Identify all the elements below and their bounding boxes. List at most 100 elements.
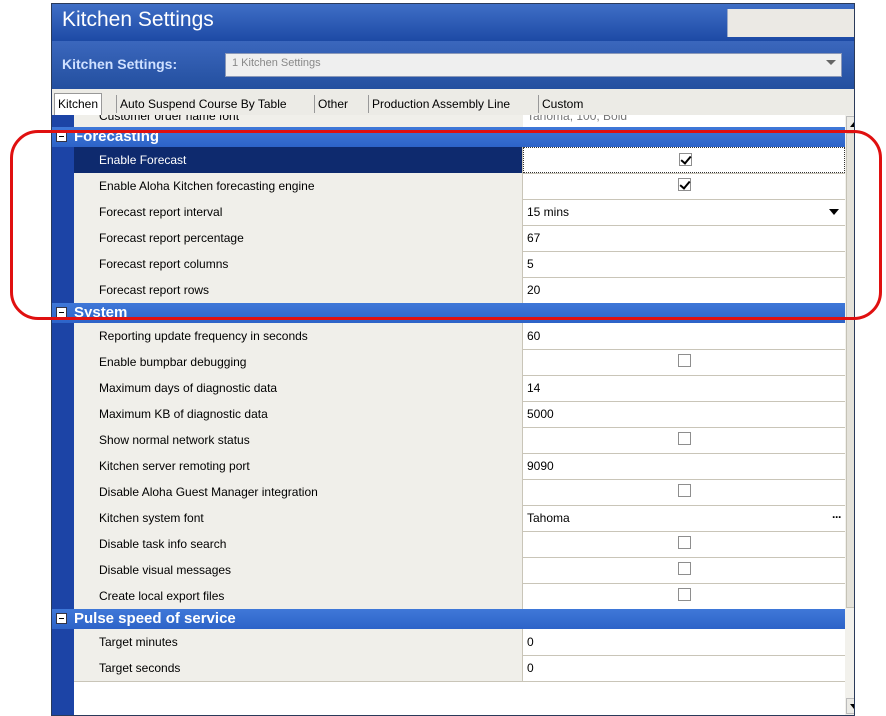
property-name-cell: Create local export files <box>74 583 523 609</box>
checkbox[interactable] <box>678 536 691 549</box>
property-name: Disable visual messages <box>99 563 232 577</box>
checkbox[interactable] <box>678 432 691 445</box>
property-value-cell[interactable] <box>523 173 845 199</box>
chevron-down-icon[interactable] <box>826 60 836 65</box>
property-name-cell: Enable Aloha Kitchen forecasting engine <box>74 173 523 199</box>
property-row-disable-visual-messages[interactable]: Disable visual messages <box>74 557 845 584</box>
property-row-create-local-export-files[interactable]: Create local export files <box>74 583 845 610</box>
tab-auto-suspend[interactable]: Auto Suspend Course By Table <box>116 95 290 113</box>
property-name: Create local export files <box>99 589 225 603</box>
ellipsis-button[interactable]: ··· <box>829 115 841 121</box>
property-row-forecast-report-percentage[interactable]: Forecast report percentage 67 <box>74 225 845 252</box>
property-name: Reporting update frequency in seconds <box>99 329 308 343</box>
scroll-thumb[interactable] <box>846 133 854 608</box>
property-value-cell[interactable] <box>523 531 845 557</box>
property-name: Target seconds <box>99 661 181 675</box>
tab-kitchen[interactable]: Kitchen <box>54 93 103 115</box>
property-row-reporting-update-frequency-in-seconds[interactable]: Reporting update frequency in seconds 60 <box>74 323 845 350</box>
collapse-icon[interactable] <box>56 613 67 624</box>
property-value-cell[interactable] <box>523 479 845 505</box>
property-value-cell[interactable] <box>523 583 845 609</box>
property-name-cell: Target seconds <box>74 655 523 681</box>
property-name-cell: Kitchen system font <box>74 505 523 531</box>
property-name-cell: Maximum days of diagnostic data <box>74 375 523 401</box>
scroll-up-icon[interactable] <box>846 116 854 132</box>
category-forecasting[interactable]: Forecasting <box>52 127 845 147</box>
property-name-cell: Forecast report rows <box>74 277 523 303</box>
property-row-enable-aloha-kitchen-forecasting-engine[interactable]: Enable Aloha Kitchen forecasting engine <box>74 173 845 200</box>
property-value[interactable]: 60 <box>527 329 540 343</box>
property-value-cell[interactable]: 0 <box>523 629 845 655</box>
property-value[interactable]: 14 <box>527 381 540 395</box>
property-row-disable-aloha-guest-manager-integration[interactable]: Disable Aloha Guest Manager integration <box>74 479 845 506</box>
property-name: Maximum days of diagnostic data <box>99 381 278 395</box>
property-row-forecast-report-interval[interactable]: Forecast report interval 15 mins <box>74 199 845 226</box>
property-name: Forecast report columns <box>99 257 229 271</box>
property-row-target-minutes[interactable]: Target minutes 0 <box>74 629 845 656</box>
property-row-enable-forecast[interactable]: Enable Forecast <box>74 147 845 174</box>
property-value[interactable]: 0 <box>527 661 534 675</box>
tab-other[interactable]: Other <box>314 95 351 113</box>
property-value-cell[interactable] <box>523 349 845 375</box>
property-value[interactable]: 67 <box>527 231 540 245</box>
property-value-cell[interactable]: 9090 <box>523 453 845 479</box>
property-value-cell[interactable] <box>523 427 845 453</box>
property-value[interactable]: 20 <box>527 283 540 297</box>
property-value-cell[interactable]: 60 <box>523 323 845 349</box>
property-value[interactable]: 5000 <box>527 407 554 421</box>
property-row-kitchen-system-font[interactable]: Kitchen system font Tahoma ··· <box>74 505 845 532</box>
collapse-icon[interactable] <box>56 131 67 142</box>
property-row-forecast-report-rows[interactable]: Forecast report rows 20 <box>74 277 845 304</box>
property-row-forecast-report-columns[interactable]: Forecast report columns 5 <box>74 251 845 278</box>
category-pulse[interactable]: Pulse speed of service <box>52 609 845 629</box>
kitchen-settings-window: Kitchen Settings Kitchen Settings: 1 Kit… <box>51 3 855 716</box>
scroll-down-icon[interactable] <box>846 698 854 714</box>
property-row-maximum-kb-of-diagnostic-data[interactable]: Maximum KB of diagnostic data 5000 <box>74 401 845 428</box>
collapse-icon[interactable] <box>56 307 67 318</box>
property-value-cell[interactable]: 5 <box>523 251 845 277</box>
chevron-down-icon[interactable] <box>829 209 839 215</box>
checkbox[interactable] <box>678 484 691 497</box>
title-bar-box <box>727 9 854 37</box>
title-bar: Kitchen Settings <box>52 4 854 41</box>
tab-custom[interactable]: Custom <box>538 95 586 113</box>
category-label: System <box>74 304 128 321</box>
property-name: Forecast report rows <box>99 283 210 297</box>
property-value-cell[interactable] <box>523 147 845 173</box>
property-value-cell[interactable]: 20 <box>523 277 845 303</box>
property-row-maximum-days-of-diagnostic-data[interactable]: Maximum days of diagnostic data 14 <box>74 375 845 402</box>
property-value-cell[interactable]: 14 <box>523 375 845 401</box>
property-name-cell: Forecast report percentage <box>74 225 523 251</box>
tab-production-assembly-line[interactable]: Production Assembly Line <box>368 95 513 113</box>
property-value-cell[interactable]: 0 <box>523 655 845 681</box>
property-value-cell[interactable]: 5000 <box>523 401 845 427</box>
property-value-cell[interactable]: Tahoma ··· <box>523 505 845 531</box>
property-value[interactable]: Tahoma <box>527 511 570 525</box>
property-row-show-normal-network-status[interactable]: Show normal network status <box>74 427 845 454</box>
property-name: Disable task info search <box>99 537 227 551</box>
property-value[interactable]: 9090 <box>527 459 554 473</box>
property-value-cell[interactable]: 15 mins <box>523 199 845 225</box>
checkbox[interactable] <box>678 588 691 601</box>
property-row-kitchen-server-remoting-port[interactable]: Kitchen server remoting port 9090 <box>74 453 845 480</box>
property-value[interactable]: 5 <box>527 257 534 271</box>
checkbox[interactable] <box>678 562 691 575</box>
property-name-cell: Enable Forecast <box>74 147 523 173</box>
checkbox[interactable] <box>679 153 692 166</box>
checkbox[interactable] <box>678 178 691 191</box>
property-row-target-seconds[interactable]: Target seconds 0 <box>74 655 845 682</box>
property-value-cell[interactable]: 67 <box>523 225 845 251</box>
property-value[interactable]: 0 <box>527 635 534 649</box>
window-title: Kitchen Settings <box>62 8 214 31</box>
category-system[interactable]: System <box>52 303 845 323</box>
property-row-enable-bumpbar-debugging[interactable]: Enable bumpbar debugging <box>74 349 845 376</box>
kitchen-settings-dropdown[interactable]: 1 Kitchen Settings <box>225 53 842 77</box>
property-value[interactable]: 15 mins <box>527 205 569 219</box>
vertical-scrollbar[interactable] <box>845 115 854 715</box>
property-value-cell[interactable] <box>523 557 845 583</box>
property-name-cell: Reporting update frequency in seconds <box>74 323 523 349</box>
checkbox[interactable] <box>678 354 691 367</box>
property-row-disable-task-info-search[interactable]: Disable task info search <box>74 531 845 558</box>
property-name: Maximum KB of diagnostic data <box>99 407 268 421</box>
ellipsis-button[interactable]: ··· <box>832 510 842 524</box>
